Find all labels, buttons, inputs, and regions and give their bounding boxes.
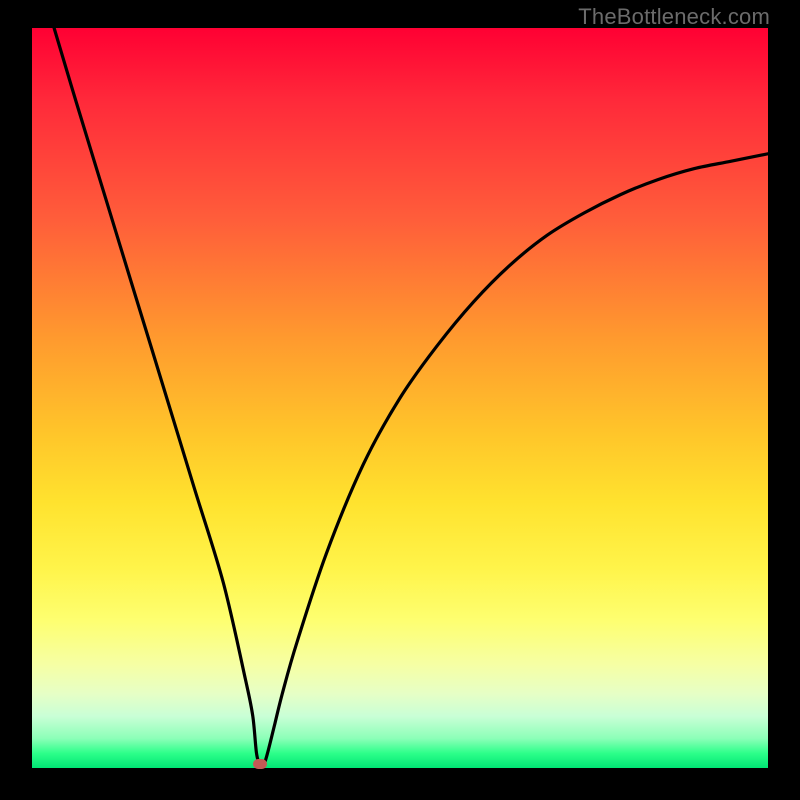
plot-area [32,28,768,768]
chart-frame: TheBottleneck.com [0,0,800,800]
minimum-marker [253,759,267,769]
curve-path [54,28,768,766]
bottleneck-curve [32,28,768,768]
attribution-label: TheBottleneck.com [578,4,770,30]
